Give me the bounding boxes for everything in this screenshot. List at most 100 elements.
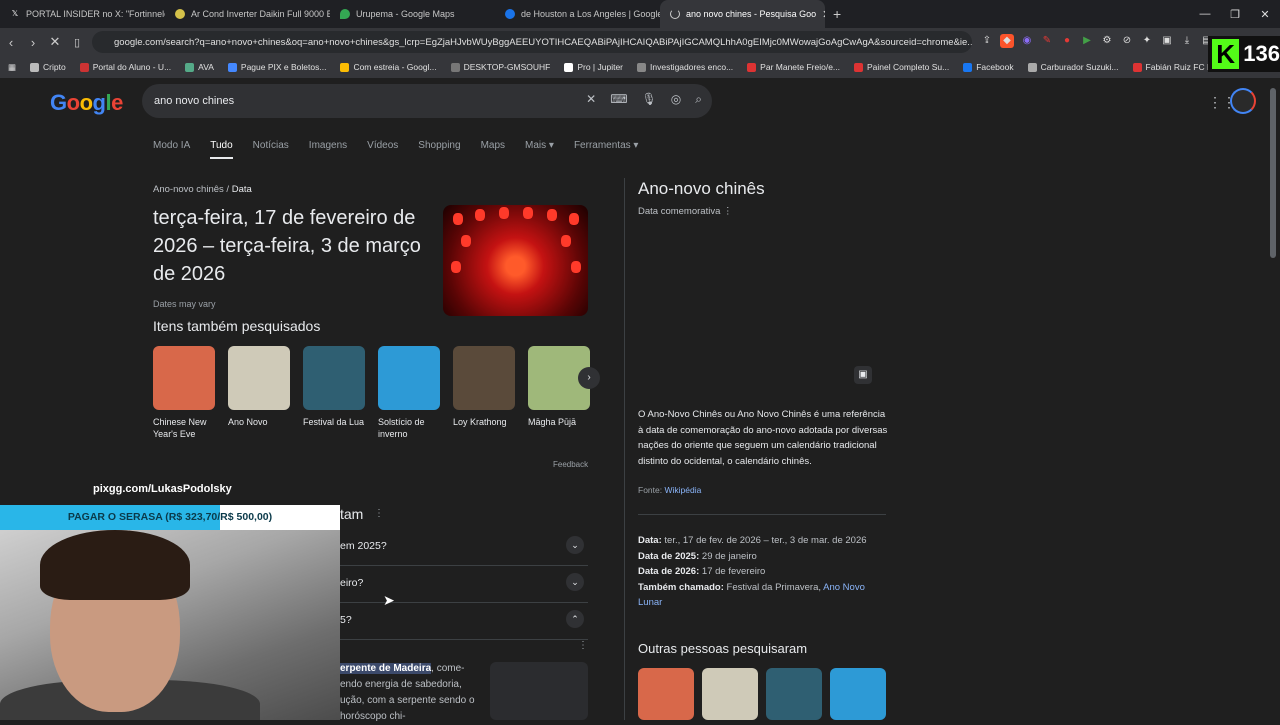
feedback-link[interactable]: Feedback <box>553 460 588 469</box>
chevron-down-icon: ⌄ <box>566 536 584 554</box>
google-logo[interactable]: Google <box>50 90 123 116</box>
tab-tudo[interactable]: Tudo <box>210 140 233 159</box>
tab-title: de Houston a Los Angeles | Google <box>521 9 660 19</box>
media-icon[interactable]: ▣ <box>1160 34 1174 48</box>
apps-grid-icon[interactable]: ▦ <box>8 62 16 73</box>
minimize-icon[interactable]: — <box>1190 8 1220 20</box>
breadcrumb-parent[interactable]: Ano-novo chinês <box>153 184 224 195</box>
lanterns-image[interactable] <box>443 205 588 316</box>
browser-tab[interactable]: Ar Cond Inverter Daikin Full 9000 Bt <box>165 0 330 28</box>
bookmark-item[interactable]: Carburador Suzuki... <box>1027 62 1119 72</box>
avatar[interactable] <box>1230 88 1256 114</box>
bookmark-item[interactable]: DESKTOP-GMSOUHF <box>450 62 550 72</box>
stop-icon[interactable]: ✕ <box>44 34 66 50</box>
maps-pin-icon <box>340 9 350 19</box>
wikipedia-link[interactable]: Wikipédia <box>664 485 701 495</box>
answer-image[interactable] <box>490 662 588 720</box>
forward-icon[interactable]: › <box>22 35 44 50</box>
browser-tab[interactable]: 𝕏 PORTAL INSIDER no X: "Fortinnele e <box>0 0 165 28</box>
carousel-card[interactable]: Solstício de inverno <box>378 346 440 440</box>
browser-tab-active[interactable]: ano novo chines - Pesquisa Goo✕ <box>660 0 825 28</box>
extension-icon[interactable]: ● <box>1060 34 1074 48</box>
tab-imagens[interactable]: Imagens <box>309 140 347 159</box>
card-thumbnail <box>153 346 215 410</box>
clear-icon[interactable]: ✕ <box>586 92 596 107</box>
download-icon[interactable]: ⤓ <box>1180 34 1194 48</box>
tab-mais[interactable]: Mais ▾ <box>525 140 554 159</box>
bookmark-favicon <box>1027 62 1037 72</box>
lens-icon[interactable]: ◎ <box>671 92 681 107</box>
card-thumbnail <box>303 346 365 410</box>
carousel-card[interactable]: Loy Krathong <box>453 346 515 440</box>
knowledge-panel-subtitle: Data comemorativa ⋮ <box>638 206 733 217</box>
bookmark-item[interactable]: Portal do Aluno - U... <box>79 62 171 72</box>
back-icon[interactable]: ‹ <box>0 35 22 50</box>
bookmark-item[interactable]: Cripto <box>30 62 66 72</box>
bookmark-item[interactable]: Painel Completo Su... <box>854 62 949 72</box>
address-bar[interactable]: google.com/search?q=ano+novo+chines&oq=a… <box>92 31 972 53</box>
paa-question-expanded[interactable]: 5? ⌃ <box>340 604 588 640</box>
bookmark-item[interactable]: Facebook <box>963 62 1014 72</box>
carousel-next-icon[interactable]: › <box>578 367 600 389</box>
paa-question[interactable]: eiro? ⌄ <box>340 567 588 603</box>
tab-ferramentas[interactable]: Ferramentas ▾ <box>574 140 639 159</box>
image-icon[interactable]: ▣ <box>854 366 872 384</box>
extensions-area: ⇪ ◆ ◉ ✎ ● ▶ ⚙ ⊘ ✦ ▣ ⤓ ▤ <box>980 34 1214 48</box>
search-icon[interactable]: ⌕ <box>695 92 702 107</box>
search-input[interactable]: ano novo chines ✕ ⌨ 🎙 ◎ ⌕ <box>142 84 712 118</box>
close-window-icon[interactable]: ✕ <box>1250 8 1280 21</box>
tab-videos[interactable]: Vídeos <box>367 140 398 159</box>
share-icon[interactable]: ⇪ <box>980 34 994 48</box>
chevron-down-icon: ⌄ <box>566 573 584 591</box>
thumbnail[interactable] <box>766 668 822 720</box>
extension-icon[interactable]: ▶ <box>1080 34 1094 48</box>
scrollbar[interactable] <box>1270 88 1276 258</box>
extension-icon[interactable]: ⚙ <box>1100 34 1114 48</box>
window-controls: — ❐ ✕ <box>1190 0 1280 28</box>
kick-logo-icon: K <box>1212 39 1240 69</box>
tab-shopping[interactable]: Shopping <box>418 140 460 159</box>
carousel-card[interactable]: Chinese New Year's Eve <box>153 346 215 440</box>
knowledge-panel-facts: Data: ter., 17 de fev. de 2026 – ter., 3… <box>638 533 888 611</box>
restore-icon[interactable]: ❐ <box>1220 8 1250 21</box>
tab-modo-ia[interactable]: Modo IA <box>153 140 190 159</box>
puzzle-icon[interactable]: ✦ <box>1140 34 1154 48</box>
bookmark-favicon <box>564 62 574 72</box>
bookmark-favicon <box>227 62 237 72</box>
tab-noticias[interactable]: Notícias <box>253 140 289 159</box>
new-tab-icon[interactable]: + <box>825 6 849 22</box>
paa-answer: erpente de Madeira, come- endo energia d… <box>340 663 475 722</box>
bookmark-item[interactable]: Pro | Jupiter <box>564 62 623 72</box>
bookmark-item[interactable]: Com estreia - Googl... <box>340 62 437 72</box>
bookmark-item[interactable]: AVA <box>185 62 214 72</box>
microphone-icon[interactable]: 🎙 <box>642 92 657 107</box>
fact-row: Data de 2025: 29 de janeiro <box>638 550 757 562</box>
extension-icon[interactable]: ◉ <box>1020 34 1034 48</box>
tab-maps[interactable]: Maps <box>481 140 505 159</box>
bookmark-item[interactable]: Pague PIX e Boletos... <box>227 62 326 72</box>
paa-question[interactable]: em 2025? ⌄ <box>340 530 588 566</box>
webcam-feed <box>0 530 340 720</box>
carousel-card[interactable]: Ano Novo <box>228 346 290 440</box>
carousel-card[interactable]: Festival da Lua <box>303 346 365 440</box>
more-options-icon[interactable]: ⋮ <box>374 508 384 519</box>
extension-icon[interactable]: ⊘ <box>1120 34 1134 48</box>
browser-tab[interactable]: de Houston a Los Angeles | Google <box>495 0 660 28</box>
bookmark-item[interactable]: Par Manete Freio/e... <box>747 62 840 72</box>
featured-date: terça-feira, 17 de fevereiro de 2026 – t… <box>153 207 421 285</box>
carousel-card[interactable]: Māgha Pūjā <box>528 346 590 440</box>
browser-tab-bar: 𝕏 PORTAL INSIDER no X: "Fortinnele e Ar C… <box>0 0 1280 28</box>
thumbnail[interactable] <box>830 668 886 720</box>
bookmark-icon[interactable]: ▯ <box>66 36 88 49</box>
brave-icon[interactable]: ◆ <box>1000 34 1014 48</box>
bookmark-item[interactable]: Investigadores enco... <box>637 62 733 72</box>
more-options-icon[interactable]: ⋮ <box>723 206 733 217</box>
keyboard-icon[interactable]: ⌨ <box>610 92 627 107</box>
bookmark-favicon <box>340 62 350 72</box>
card-label: Māgha Pūjā <box>528 417 577 427</box>
more-options-icon[interactable]: ⋮ <box>578 640 588 651</box>
browser-tab[interactable]: Urupema - Google Maps <box>330 0 495 28</box>
thumbnail[interactable] <box>638 668 694 720</box>
extension-icon[interactable]: ✎ <box>1040 34 1054 48</box>
thumbnail[interactable] <box>702 668 758 720</box>
